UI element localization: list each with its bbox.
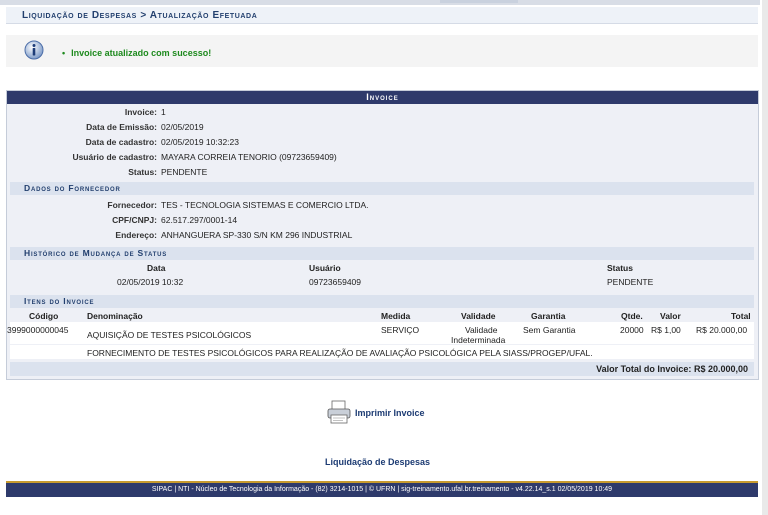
field-issue-date: Data de Emissão: 02/05/2019: [86, 122, 204, 132]
top-tab: [440, 0, 518, 3]
back-to-liquidation-link[interactable]: Liquidação de Despesas: [325, 457, 430, 467]
info-icon: [24, 40, 44, 60]
item-name: AQUISIÇÃO DE TESTES PSICOLÓGICOS: [87, 330, 252, 340]
field-cnpj: CPF/CNPJ: 62.517.297/0001-14: [112, 215, 238, 225]
items-header-value: Valor: [660, 311, 681, 321]
items-header-measure: Medida: [381, 311, 411, 321]
item-description: FORNECIMENTO DE TESTES PSICOLÓGICOS PARA…: [87, 348, 593, 358]
item-validity-line2: Indeterminada: [451, 335, 506, 345]
items-header-validity: Validade: [461, 311, 496, 321]
field-address: Endereço: ANHANGUERA SP-330 S/N KM 296 I…: [115, 230, 353, 240]
item-total: R$ 20.000,00: [696, 325, 748, 335]
supplier-section-title: Dados do Fornecedor: [10, 182, 754, 195]
item-measure: SERVIÇO: [381, 325, 420, 335]
history-header-date: Data: [147, 263, 166, 273]
total-row: Valor Total do Invoice: R$ 20.000,00: [10, 362, 754, 376]
item-row: 3999000000045 AQUISIÇÃO DE TESTES PSICOL…: [7, 322, 754, 345]
printer-icon[interactable]: [326, 400, 352, 424]
field-supplier: Fornecedor: TES - TECNOLOGIA SISTEMAS E …: [107, 200, 369, 210]
field-status: Status: PENDENTE: [128, 167, 208, 177]
item-warranty: Sem Garantia: [523, 325, 576, 335]
item-qty: 20000: [620, 325, 644, 335]
history-section-title: Histórico de Mudança de Status: [10, 247, 754, 260]
item-description-row: FORNECIMENTO DE TESTES PSICOLÓGICOS PARA…: [10, 345, 754, 359]
history-date: 02/05/2019 10:32: [117, 277, 184, 287]
field-register-date: Data de cadastro: 02/05/2019 10:32:23: [85, 137, 239, 147]
history-status: PENDENTE: [607, 277, 654, 287]
items-header-total: Total: [731, 311, 751, 321]
item-value: R$ 1,00: [651, 325, 681, 335]
history-header-status: Status: [607, 263, 633, 273]
total-value: R$ 20.000,00: [693, 364, 748, 374]
scrollbar[interactable]: [762, 0, 768, 515]
top-strip: [0, 0, 760, 5]
history-header-user: Usuário: [309, 263, 341, 273]
breadcrumb: Liquidação de Despesas > Atualização Efe…: [6, 7, 758, 24]
items-header-name: Denominação: [87, 311, 143, 321]
items-header-warranty: Garantia: [531, 311, 566, 321]
success-message: Invoice atualizado com sucesso!: [62, 48, 211, 58]
total-label: Valor Total do Invoice:: [596, 364, 692, 374]
breadcrumb-text: Liquidação de Despesas > Atualização Efe…: [22, 10, 258, 21]
items-section-title: Itens do Invoice: [10, 295, 754, 308]
success-message-box: Invoice atualizado com sucesso!: [6, 35, 758, 67]
invoice-panel: Invoice Invoice: 1 Data de Emissão: 02/0…: [6, 90, 759, 380]
panel-caption: Invoice: [7, 91, 758, 104]
print-invoice-link[interactable]: Imprimir Invoice: [355, 408, 425, 418]
item-code: 3999000000045: [7, 325, 69, 335]
history-user: 09723659409: [309, 277, 362, 287]
items-header-qty: Qtde.: [621, 311, 643, 321]
item-validity-line1: Validade: [465, 325, 498, 335]
field-invoice: Invoice: 1: [124, 107, 166, 117]
field-register-user: Usuário de cadastro: MAYARA CORREIA TENO…: [72, 152, 337, 162]
footer: SIPAC | NTI - Núcleo de Tecnologia da In…: [6, 481, 758, 497]
items-header-code: Código: [29, 311, 59, 321]
